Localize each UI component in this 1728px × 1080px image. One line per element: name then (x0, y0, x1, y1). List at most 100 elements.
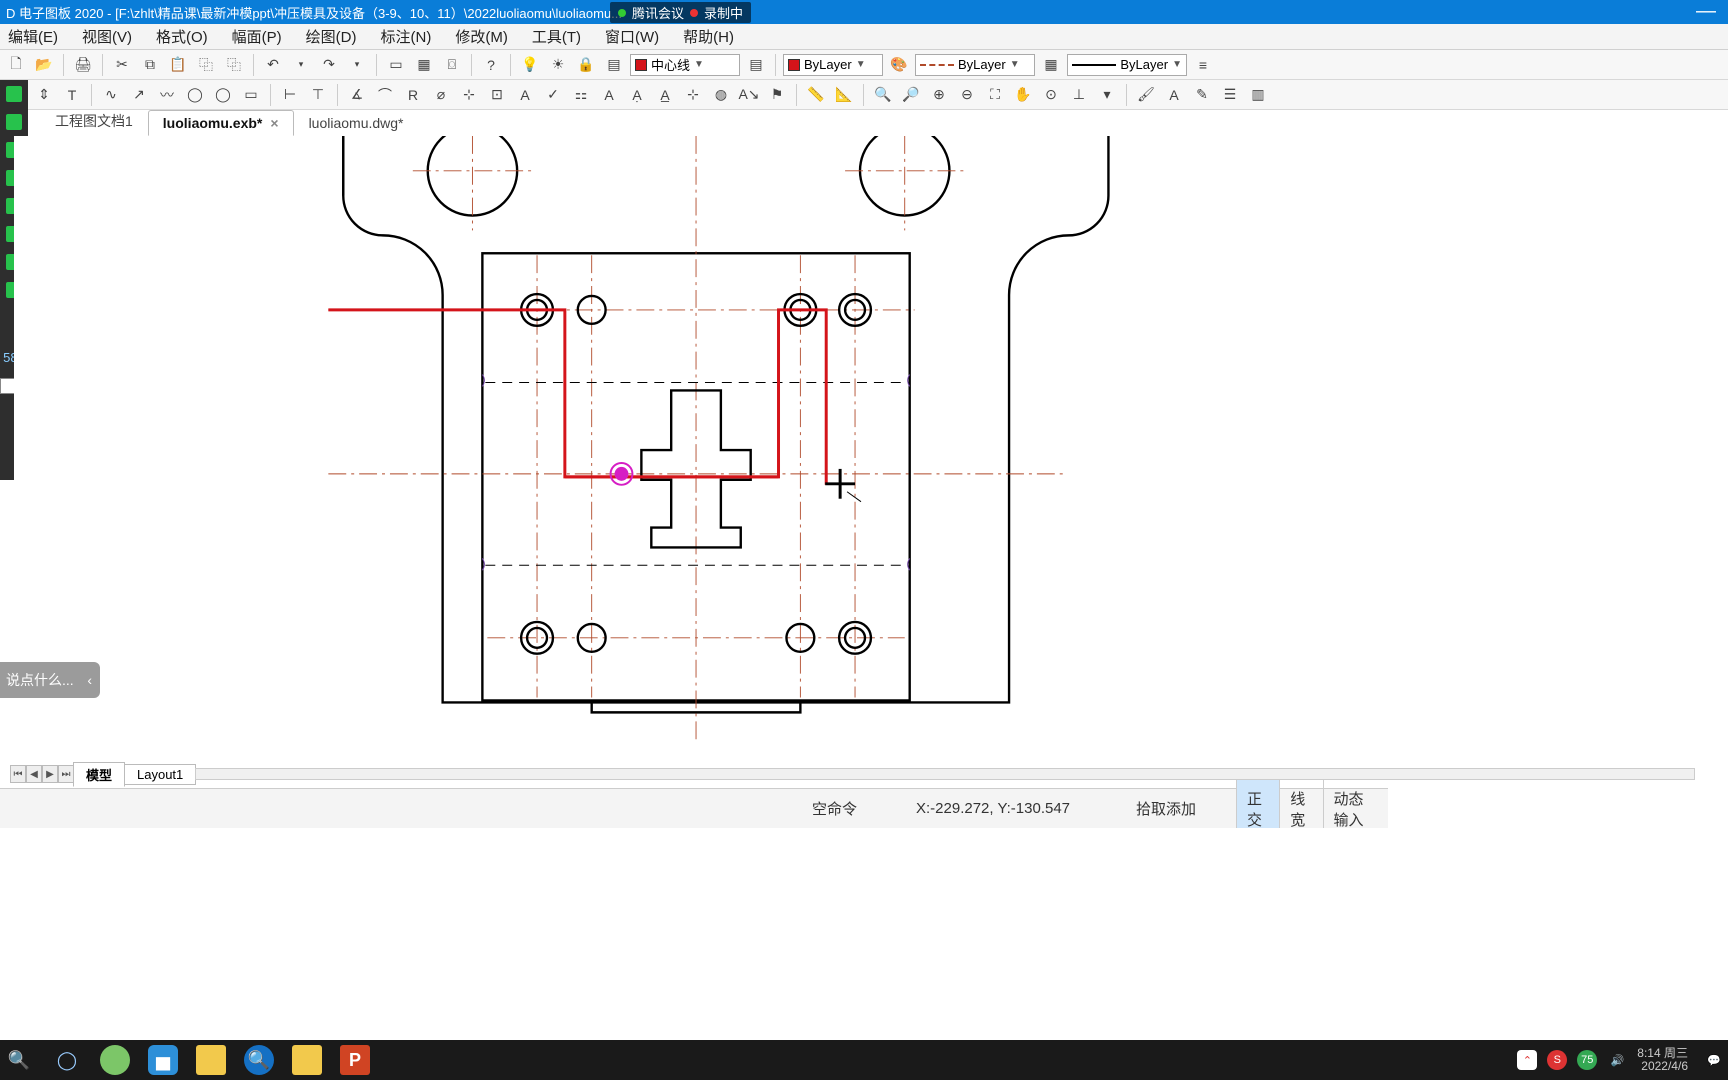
dim-angle-icon[interactable]: ∡ (345, 83, 369, 107)
folder-icon[interactable] (292, 1045, 322, 1075)
linetype-combo[interactable]: ByLayer ▼ (915, 54, 1035, 76)
menu-sheet[interactable]: 幅面(P) (232, 26, 282, 47)
palette2-icon[interactable]: ▥ (1246, 83, 1270, 107)
copy-icon[interactable]: ⧉ (138, 53, 162, 77)
freeze-icon[interactable]: ☀ (546, 53, 570, 77)
zoom-out-icon[interactable]: ⊖ (955, 83, 979, 107)
color-combo[interactable]: ByLayer ▼ (783, 54, 883, 76)
sheet-scroll-track[interactable] (195, 768, 1695, 780)
copyformat-icon[interactable]: ⿻ (222, 53, 246, 77)
sheet-nav-first[interactable]: ⏮ (10, 765, 26, 783)
wave-icon[interactable]: 〰 (155, 83, 179, 107)
tray-notifications-icon[interactable]: 💬 (1704, 1050, 1724, 1070)
datum-icon[interactable]: A (513, 83, 537, 107)
magnifier-icon[interactable]: 🔍 (244, 1045, 274, 1075)
leader-icon[interactable]: ↗ (127, 83, 151, 107)
stamp-icon[interactable]: ⌼ (440, 53, 464, 77)
layer-combo[interactable]: 中心线 ▼ (630, 54, 740, 76)
sheet-tab-layout1[interactable]: Layout1 (124, 764, 196, 785)
help-icon[interactable]: ? (479, 53, 503, 77)
dim-diameter-icon[interactable]: ⌀ (429, 83, 453, 107)
minimize-button[interactable]: — (1696, 0, 1716, 23)
taskbar-clock[interactable]: 8:14 周三 2022/4/6 (1637, 1047, 1694, 1073)
menu-edit[interactable]: 编辑(E) (8, 26, 58, 47)
menu-draw[interactable]: 绘图(D) (306, 26, 357, 47)
eyedrop-icon[interactable]: ✎ (1190, 83, 1214, 107)
dim-aligned-icon[interactable]: ⇕ (32, 83, 56, 107)
flag-icon[interactable]: ⚑ (765, 83, 789, 107)
search-icon[interactable]: 🔍 (4, 1045, 34, 1075)
text2-icon[interactable]: A (597, 83, 621, 107)
surface-icon[interactable]: ✓ (541, 83, 565, 107)
dim-ordinate-icon[interactable]: ⊹ (457, 83, 481, 107)
open-icon[interactable]: 📂 (32, 53, 56, 77)
osnap-dd-icon[interactable]: ▾ (1095, 83, 1119, 107)
cortana-icon[interactable]: ◯ (52, 1045, 82, 1075)
layers-icon[interactable]: ▤ (602, 53, 626, 77)
sheet-nav-next[interactable]: ▶ (42, 765, 58, 783)
app-blue-icon[interactable]: ▅ (148, 1045, 178, 1075)
brush-icon[interactable]: 🖌 (1134, 83, 1158, 107)
new-icon[interactable]: 🗋 (4, 53, 28, 77)
tray-battery-icon[interactable]: 75 (1577, 1050, 1597, 1070)
lineweight-combo[interactable]: ByLayer ▼ (1067, 54, 1187, 76)
explorer-icon[interactable] (196, 1045, 226, 1075)
text3-icon[interactable]: Ạ (625, 83, 649, 107)
circle-tool-icon[interactable]: ◯ (183, 83, 207, 107)
tab-doc-3[interactable]: luoliaomu.dwg* (294, 110, 419, 136)
menu-window[interactable]: 窗口(W) (605, 26, 659, 47)
sheet-icon[interactable]: ▭ (384, 53, 408, 77)
text-icon[interactable]: T (60, 83, 84, 107)
rect-tool-icon[interactable]: ▭ (239, 83, 263, 107)
zoom-extent-icon[interactable]: ⛶ (983, 83, 1007, 107)
zoom-in-icon[interactable]: ⊕ (927, 83, 951, 107)
snap-icon[interactable]: ⊙ (1039, 83, 1063, 107)
undo-icon[interactable]: ↶ (261, 53, 285, 77)
close-icon[interactable]: × (270, 115, 278, 131)
paste-icon[interactable]: 📋 (166, 53, 190, 77)
redo-dropdown-icon[interactable]: ▾ (345, 53, 369, 77)
tab-doc-1[interactable]: 工程图文档1 (40, 106, 148, 136)
left-tool-1[interactable] (6, 86, 22, 102)
sheet-tab-model[interactable]: 模型 (73, 762, 125, 787)
cut-icon[interactable]: ✂ (110, 53, 134, 77)
redo-icon[interactable]: ↷ (317, 53, 341, 77)
menu-modify[interactable]: 修改(M) (455, 26, 508, 47)
linetype-manage-icon[interactable]: ▦ (1039, 53, 1063, 77)
ellipse-tool-icon[interactable]: ◯ (211, 83, 235, 107)
annotate-icon[interactable]: A (1162, 83, 1186, 107)
tray-chevron-icon[interactable]: ⌃ (1517, 1050, 1537, 1070)
tray-speaker-icon[interactable]: 🔊 (1607, 1050, 1627, 1070)
tab-doc-2[interactable]: luoliaomu.exb*× (148, 110, 294, 136)
menu-view[interactable]: 视图(V) (82, 26, 132, 47)
globe-icon[interactable]: ◍ (709, 83, 733, 107)
dim-vert-icon[interactable]: ⊤ (306, 83, 330, 107)
pan-icon[interactable]: ✋ (1011, 83, 1035, 107)
measure2-icon[interactable]: 📐 (832, 83, 856, 107)
center-mark-icon[interactable]: ⊹ (681, 83, 705, 107)
chat-input-collapsed[interactable]: 说点什么... ‹ (0, 662, 100, 698)
menu-tools[interactable]: 工具(T) (532, 26, 581, 47)
ortho-icon[interactable]: ⊥ (1067, 83, 1091, 107)
matchprop-icon[interactable]: ⿻ (194, 53, 218, 77)
dim-arc-icon[interactable]: ⌒ (373, 83, 397, 107)
bulb-icon[interactable]: 💡 (518, 53, 542, 77)
menu-format[interactable]: 格式(O) (156, 26, 208, 47)
menu-help[interactable]: 帮助(H) (683, 26, 734, 47)
props-icon[interactable]: ☰ (1218, 83, 1242, 107)
spline-icon[interactable]: ∿ (99, 83, 123, 107)
palette-icon[interactable]: 🎨 (887, 53, 911, 77)
layer-manage-icon[interactable]: ▤ (744, 53, 768, 77)
measure-icon[interactable]: 📏 (804, 83, 828, 107)
table-icon[interactable]: ▦ (412, 53, 436, 77)
text4-icon[interactable]: A̲ (653, 83, 677, 107)
lock-icon[interactable]: 🔒 (574, 53, 598, 77)
lineweight-manage-icon[interactable]: ≡ (1191, 53, 1215, 77)
zoom-window-icon[interactable]: 🔍 (871, 83, 895, 107)
weld-icon[interactable]: ⚏ (569, 83, 593, 107)
section-icon[interactable]: A↘ (737, 83, 761, 107)
undo-dropdown-icon[interactable]: ▾ (289, 53, 313, 77)
print-icon[interactable]: 🖨 (71, 53, 95, 77)
sheet-nav-last[interactable]: ⏭ (58, 765, 74, 783)
dim-horiz-icon[interactable]: ⊢ (278, 83, 302, 107)
